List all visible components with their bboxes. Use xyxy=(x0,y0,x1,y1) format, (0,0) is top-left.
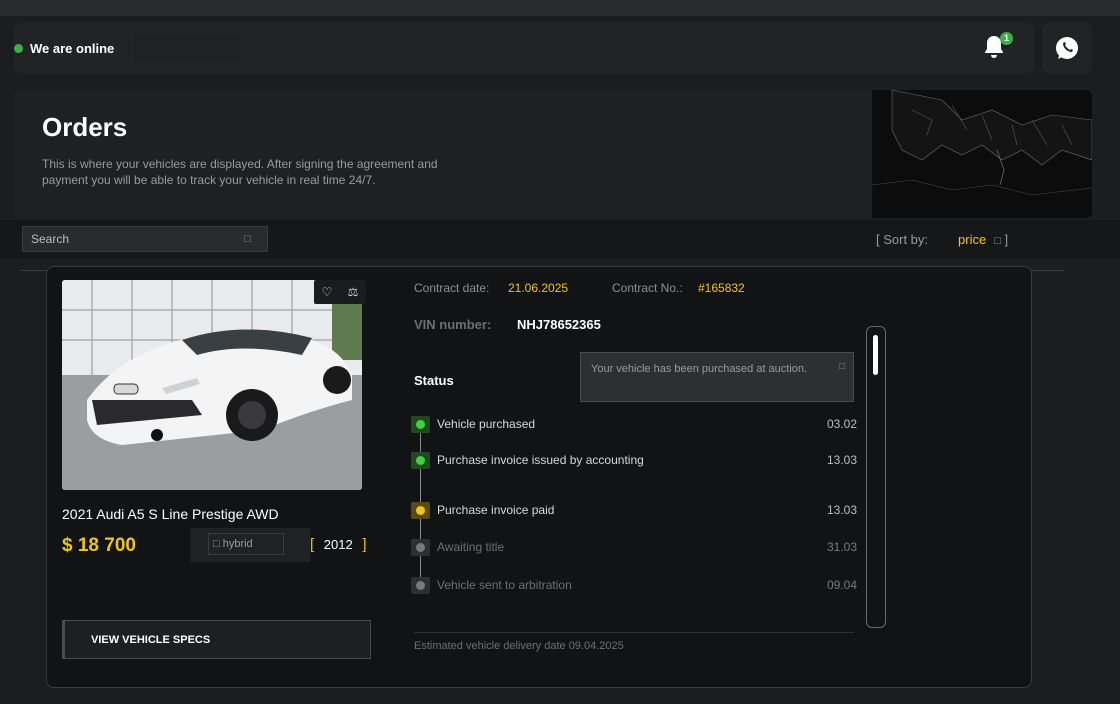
footer-divider xyxy=(414,632,854,633)
sort-chevron-icon: □ xyxy=(994,235,1001,247)
whatsapp-icon xyxy=(1056,37,1078,59)
page-title: Orders xyxy=(42,112,128,142)
map-image xyxy=(871,90,1092,218)
status-step-date: 09.04 xyxy=(826,578,857,592)
fuel-badge-container: □ hybrid xyxy=(190,528,310,562)
status-step-node-icon xyxy=(411,539,430,556)
sort-label: [ Sort by: xyxy=(876,232,929,247)
status-title: Status xyxy=(414,373,454,388)
search-placeholder: Search xyxy=(31,232,70,246)
status-step-name: Vehicle sent to arbitration xyxy=(437,578,572,592)
top-strip xyxy=(0,0,1120,16)
year-bracket-close: ] xyxy=(362,536,367,553)
status-scrollbar[interactable] xyxy=(866,326,886,628)
year-bracket-open: [ xyxy=(310,536,315,553)
tooltip-close-icon[interactable]: □ xyxy=(839,359,845,375)
status-step-name: Purchase invoice issued by accounting xyxy=(437,453,644,467)
status-step-date: 03.02 xyxy=(826,417,857,431)
vehicle-name: 2021 Audi A5 S Line Prestige AWD xyxy=(62,506,279,522)
status-step: Purchase invoice paid 13.03 xyxy=(411,502,861,522)
fuel-icon: □ xyxy=(213,538,220,550)
tooltip-text: Your vehicle has been purchased at aucti… xyxy=(591,363,808,375)
status-step: Vehicle purchased 03.02 xyxy=(411,416,861,436)
search-input[interactable]: Search □ xyxy=(22,226,268,252)
status-step-name: Awaiting title xyxy=(437,540,505,554)
contract-date-value: 21.06.2025 xyxy=(508,281,569,295)
vehicle-price: $ 18 700 xyxy=(62,535,136,556)
status-step-name: Purchase invoice paid xyxy=(437,503,555,517)
sort-value: price xyxy=(958,232,987,247)
sort-bracket: ] xyxy=(1004,232,1009,247)
header-bar: We are online 1 xyxy=(14,22,1034,74)
header-placeholder xyxy=(134,34,240,62)
vin-label: VIN number: xyxy=(414,317,492,332)
status-step-date: 13.03 xyxy=(826,453,857,467)
status-step-date: 31.03 xyxy=(826,540,857,554)
status-tooltip: Your vehicle has been purchased at aucti… xyxy=(580,352,854,402)
status-step: Awaiting title 31.03 xyxy=(411,539,861,559)
notifications-button[interactable]: 1 xyxy=(982,32,1013,64)
contract-date-label: Contract date: xyxy=(414,281,490,295)
status-step-name: Vehicle purchased xyxy=(437,417,536,431)
orders-hero: Orders This is where your vehicles are d… xyxy=(14,90,1092,218)
status-step-date: 13.03 xyxy=(826,503,857,517)
online-status: We are online xyxy=(14,22,114,74)
status-step: Vehicle sent to arbitration 09.04 xyxy=(411,577,861,597)
contract-no-label: Contract No.: xyxy=(612,281,683,295)
scrollbar-thumb[interactable] xyxy=(873,335,878,375)
status-step-node-icon xyxy=(411,416,430,433)
vehicle-photo[interactable] xyxy=(62,280,362,490)
vehicle-year: [ 2012 ] xyxy=(310,536,367,553)
status-step-node-icon xyxy=(411,577,430,594)
status-step-node-icon xyxy=(411,452,430,469)
fuel-type-text: hybrid xyxy=(222,538,253,550)
notification-badge: 1 xyxy=(1000,32,1013,45)
vin-value: NHJ78652365 xyxy=(517,317,601,332)
compare-scale-icon[interactable]: ⚖ xyxy=(348,285,359,299)
estimated-delivery: Estimated vehicle delivery date 09.04.20… xyxy=(414,640,624,652)
contract-no-value: #165832 xyxy=(698,281,745,295)
fuel-type-badge: □ hybrid xyxy=(208,533,284,555)
year-text: 2012 xyxy=(323,537,353,552)
search-icon: □ xyxy=(244,233,251,245)
card-actions: ♡ ⚖ xyxy=(314,280,366,304)
status-step: Purchase invoice issued by accounting 13.… xyxy=(411,452,861,472)
favorite-heart-icon[interactable]: ♡ xyxy=(322,285,333,299)
sort-control[interactable]: [ Sort by: price □ ] xyxy=(876,232,1008,247)
whatsapp-button[interactable] xyxy=(1042,22,1092,74)
online-indicator-icon xyxy=(14,43,23,53)
status-step-node-icon xyxy=(411,502,430,519)
page-description: This is where your vehicles are displaye… xyxy=(42,157,438,187)
online-status-text: We are online xyxy=(30,40,115,56)
view-vehicle-specs-button[interactable]: VIEW VEHICLE SPECS xyxy=(62,620,371,659)
toolbar: Search □ [ Sort by: price □ ] xyxy=(0,220,1120,258)
